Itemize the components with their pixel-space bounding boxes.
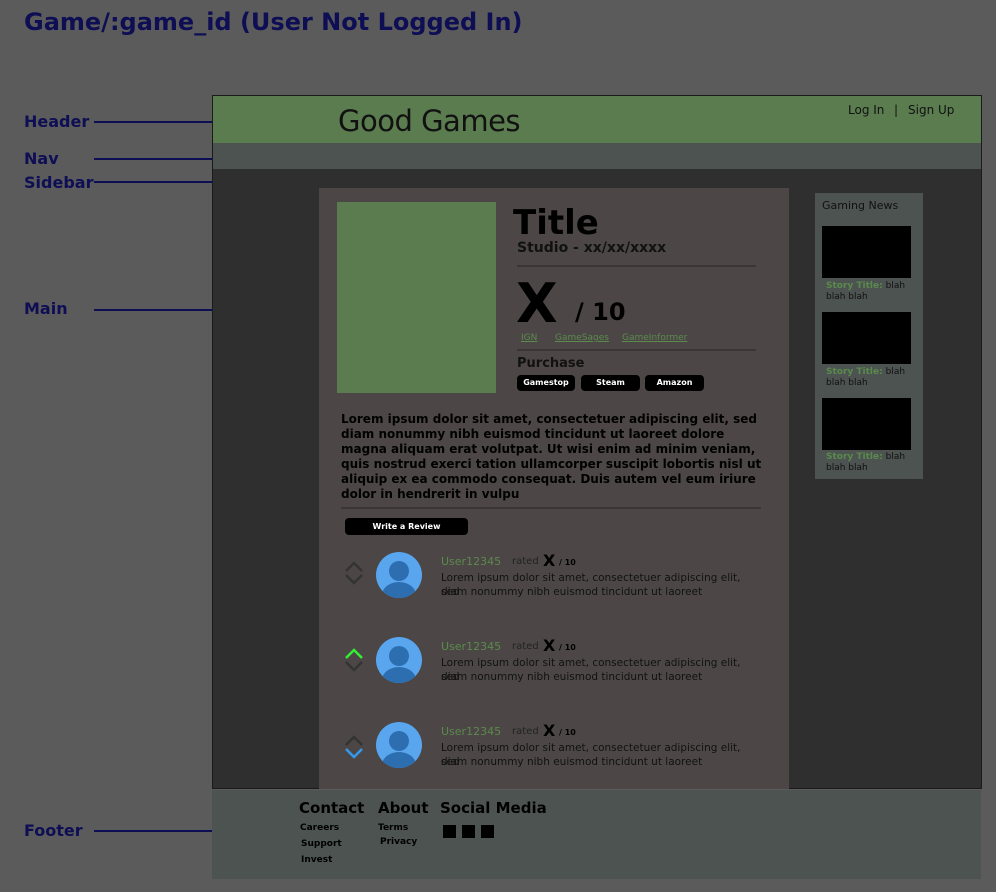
news-story-image[interactable]	[822, 398, 911, 450]
footer-link-privacy[interactable]: Privacy	[380, 837, 417, 847]
divider	[517, 265, 756, 267]
social-media-icon[interactable]	[481, 825, 494, 838]
footer-link-invest[interactable]: Invest	[301, 855, 332, 865]
login-link[interactable]: Log In	[848, 103, 884, 117]
review-score-out-of: / 10	[559, 643, 576, 652]
footer-link-support[interactable]: Support	[301, 839, 342, 849]
review-score-out-of: / 10	[559, 728, 576, 737]
news-story-snippet: blah blah	[826, 378, 868, 388]
annotation-nav-line	[94, 158, 218, 160]
annotation-footer: Footer	[24, 821, 83, 840]
divider	[341, 507, 761, 509]
footer-link-terms[interactable]: Terms	[378, 823, 408, 833]
game-studio-date: Studio - xx/xx/xxxx	[517, 240, 667, 256]
upvote-icon-active[interactable]	[344, 647, 364, 659]
downvote-icon[interactable]	[344, 574, 364, 586]
news-story-snippet: blah	[885, 281, 906, 291]
avatar[interactable]	[376, 722, 422, 768]
purchase-amazon-button[interactable]: Amazon	[645, 375, 704, 391]
purchase-label: Purchase	[517, 356, 585, 371]
news-story-image[interactable]	[822, 312, 911, 364]
page-title: Game/:game_id (User Not Logged In)	[24, 8, 523, 36]
news-story-snippet: blah	[885, 367, 906, 377]
news-story-title-label: Story Title:	[826, 281, 883, 291]
upvote-icon[interactable]	[344, 560, 364, 572]
annotation-header-line	[94, 121, 218, 123]
news-story-text[interactable]: Story Title: blah blah blah	[826, 281, 912, 303]
annotation-nav: Nav	[24, 149, 59, 168]
review-rated-label: rated	[512, 641, 539, 652]
review-user-link[interactable]: User12345	[441, 725, 501, 738]
annotation-footer-line	[94, 830, 218, 832]
social-media-icon[interactable]	[462, 825, 475, 838]
game-title: Title	[513, 203, 599, 243]
purchase-steam-button[interactable]: Steam	[581, 375, 640, 391]
review-rated-label: rated	[512, 726, 539, 737]
news-story-image[interactable]	[822, 226, 911, 278]
review-text-line: diam nonummy nibh euismod tincidunt ut l…	[441, 756, 703, 768]
write-review-button[interactable]: Write a Review	[345, 518, 468, 535]
footer-social-heading: Social Media	[440, 799, 547, 817]
source-link-gamesages[interactable]: GameSages	[555, 333, 609, 343]
news-story-snippet: blah blah	[826, 292, 868, 302]
review-user-link[interactable]: User12345	[441, 555, 501, 568]
user-icon	[376, 552, 422, 598]
review-text-line: diam nonummy nibh euismod tincidunt ut l…	[441, 586, 703, 598]
downvote-icon[interactable]	[344, 661, 364, 673]
game-description: Lorem ipsum dolor sit amet, consectetuer…	[341, 412, 762, 501]
review-score: X	[543, 636, 556, 655]
sidebar-title: Gaming News	[822, 199, 899, 212]
downvote-icon-active[interactable]	[344, 748, 364, 760]
review-score: X	[543, 551, 556, 570]
news-story-title-label: Story Title:	[826, 367, 883, 377]
source-link-gameinformer[interactable]: GameInformer	[622, 333, 687, 343]
upvote-icon[interactable]	[344, 734, 364, 746]
user-icon	[376, 722, 422, 768]
signup-link[interactable]: Sign Up	[908, 103, 954, 117]
review-user-link[interactable]: User12345	[441, 640, 501, 653]
user-icon	[376, 637, 422, 683]
annotation-main: Main	[24, 299, 68, 318]
annotation-sidebar: Sidebar	[24, 173, 94, 192]
news-story-title-label: Story Title:	[826, 452, 883, 462]
avatar[interactable]	[376, 637, 422, 683]
review-score: X	[543, 721, 556, 740]
footer-contact-heading: Contact	[299, 799, 365, 817]
social-media-icon[interactable]	[443, 825, 456, 838]
game-score: X	[516, 272, 558, 335]
purchase-gamestop-button[interactable]: Gamestop	[517, 375, 575, 391]
footer-about-heading: About	[378, 799, 429, 817]
review-rated-label: rated	[512, 556, 539, 567]
news-story-text[interactable]: Story Title: blah blah blah	[826, 452, 912, 474]
avatar[interactable]	[376, 552, 422, 598]
review-text-line: diam nonummy nibh euismod tincidunt ut l…	[441, 671, 703, 683]
auth-separator: |	[894, 103, 899, 117]
review-score-out-of: / 10	[559, 558, 576, 567]
news-story-snippet: blah blah	[826, 463, 868, 473]
annotation-header: Header	[24, 112, 90, 131]
news-story-snippet: blah	[885, 452, 906, 462]
source-link-ign[interactable]: IGN	[521, 333, 537, 343]
game-cover-image	[337, 202, 496, 393]
footer-link-careers[interactable]: Careers	[300, 823, 339, 833]
divider	[517, 349, 756, 351]
nav-bar	[213, 143, 981, 169]
game-score-out-of: / 10	[575, 298, 626, 326]
brand-logo[interactable]: Good Games	[338, 104, 521, 138]
news-story-text[interactable]: Story Title: blah blah blah	[826, 367, 912, 389]
